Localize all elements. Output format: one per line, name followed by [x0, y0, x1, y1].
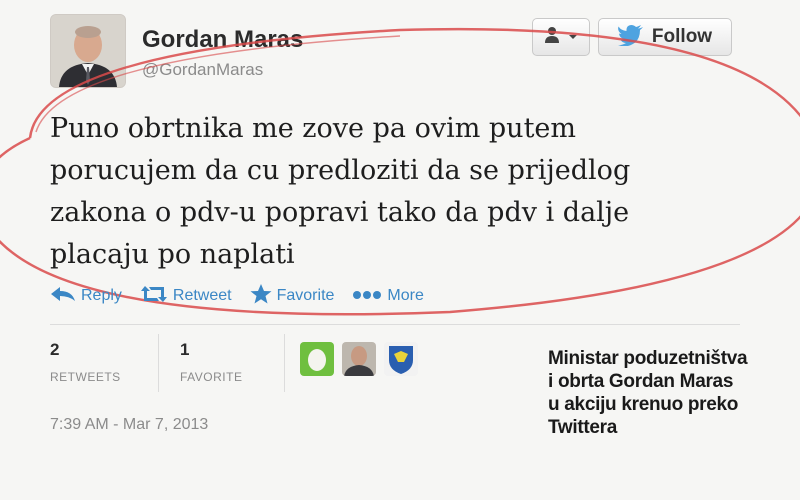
- favoriter-avatar-egg[interactable]: [300, 342, 334, 376]
- caption-line: u akciju krenuo preko: [548, 394, 739, 415]
- reply-arrow-icon: [50, 286, 76, 307]
- twitter-bird-icon: [617, 24, 644, 51]
- caption-line: Ministar poduzetništva: [548, 348, 748, 369]
- retweet-label: Retweet: [172, 287, 232, 304]
- author-name[interactable]: Gordan Maras: [142, 26, 303, 54]
- favoriters-avatars: [300, 342, 418, 376]
- caption-line: i obrta Gordan Maras: [548, 371, 734, 392]
- chevron-down-icon: [568, 28, 578, 46]
- author-handle[interactable]: @GordanMaras: [142, 60, 263, 80]
- author-avatar[interactable]: [50, 14, 126, 88]
- tweet-card: Gordan Maras @GordanMaras Follow Puno ob…: [0, 0, 800, 500]
- stats-separator: [284, 334, 285, 392]
- tweet-text: Puno obrtnika me zove pa ovim putem poru…: [50, 113, 631, 270]
- retweets-count: 2: [50, 340, 60, 359]
- more-button[interactable]: More: [352, 287, 424, 305]
- user-icon: [544, 26, 564, 49]
- retweets-stat[interactable]: 2 RETWEETS: [50, 340, 121, 384]
- caption-line: Twittera: [548, 417, 618, 438]
- retweet-button[interactable]: Retweet: [140, 285, 232, 308]
- divider-top: [50, 324, 740, 325]
- user-actions-dropdown-button[interactable]: [532, 18, 590, 56]
- more-label: More: [387, 287, 424, 304]
- favorite-button[interactable]: Favorite: [250, 283, 335, 309]
- more-dots-icon: [352, 287, 382, 305]
- retweet-icon: [140, 285, 168, 308]
- retweets-label: RETWEETS: [50, 370, 121, 384]
- tweet-actions: Reply Retweet Favorite More: [50, 283, 442, 309]
- tweet-timestamp[interactable]: 7:39 AM - Mar 7, 2013: [50, 416, 208, 434]
- follow-button[interactable]: Follow: [598, 18, 732, 56]
- favorites-label: FAVORITE: [180, 370, 243, 384]
- stats-separator: [158, 334, 159, 392]
- favorites-stat[interactable]: 1 FAVORITE: [180, 340, 242, 384]
- follow-label: Follow: [651, 26, 713, 47]
- reply-label: Reply: [81, 287, 122, 304]
- favoriter-avatar-person[interactable]: [342, 342, 376, 376]
- newspaper-caption: Ministar poduzetništva i obrta Gordan Ma…: [548, 347, 798, 439]
- favoriter-avatar-crest[interactable]: [384, 342, 418, 376]
- favorite-label: Favorite: [276, 287, 335, 304]
- favorites-count: 1: [180, 340, 190, 359]
- reply-button[interactable]: Reply: [50, 286, 122, 307]
- star-icon: [250, 283, 272, 309]
